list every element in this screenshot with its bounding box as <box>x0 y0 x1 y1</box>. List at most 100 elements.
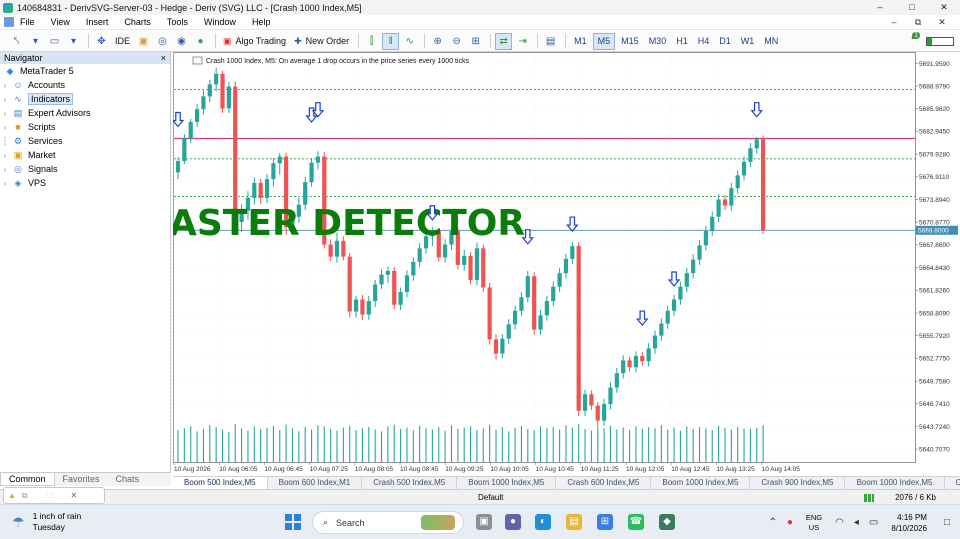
expand-chevron-icon[interactable]: › <box>0 179 10 188</box>
blank-icon[interactable]: □ <box>48 491 53 500</box>
chart-shift-icon[interactable]: ⇥ <box>514 33 531 50</box>
language-indicator[interactable]: ENG US <box>806 513 822 533</box>
weather-widget[interactable]: ☂ 1 inch of rain Tuesday <box>12 511 81 533</box>
volume-icon[interactable]: ◂ <box>854 517 859 528</box>
market-bag-icon[interactable]: ▣ <box>135 33 152 50</box>
status-profile[interactable]: Default <box>478 493 503 502</box>
community-icon[interactable]: ● <box>192 33 209 50</box>
task-view-icon[interactable]: ▣ <box>476 514 492 530</box>
start-button[interactable] <box>285 514 301 530</box>
symbol-tab[interactable]: Boom 1000 Index,M5 <box>457 477 557 489</box>
symbol-tab[interactable]: Crash 500 Index,M5 <box>362 477 458 489</box>
menu-window[interactable]: Window <box>204 17 236 27</box>
close-button[interactable]: ✕ <box>928 0 960 15</box>
symbol-tab[interactable]: Boom 500 Index,M5 <box>173 477 268 489</box>
wifi-icon[interactable]: ◠ <box>835 517 844 528</box>
line-chart-icon[interactable]: ∿ <box>401 33 418 50</box>
menu-tools[interactable]: Tools <box>167 17 188 27</box>
file-explorer-icon[interactable]: ▤ <box>566 514 582 530</box>
vps-icon[interactable]: ◉ <box>173 33 190 50</box>
store-icon[interactable]: ⊞ <box>597 514 613 530</box>
expand-chevron-icon[interactable]: › <box>0 165 10 174</box>
navigator-item-expert-advisors[interactable]: › ▤ Expert Advisors <box>0 106 170 120</box>
doc-restore-button[interactable]: ⧉ <box>906 15 930 30</box>
maximize-button[interactable]: □ <box>896 0 928 15</box>
search-box[interactable]: ⌕ Search <box>312 511 464 534</box>
chevron-up-icon[interactable]: ⌃ <box>768 517 776 528</box>
timeframe-m1[interactable]: M1 <box>570 33 591 50</box>
algo-trading-button[interactable]: ▣ Algo Trading <box>220 33 289 50</box>
current-price-label: 5669.8000 <box>918 228 949 235</box>
navigator-item-vps[interactable]: › ◈ VPS <box>0 176 170 190</box>
monitor-icon[interactable]: ▭ <box>46 33 63 50</box>
edge-icon[interactable]: ◐ <box>535 514 551 530</box>
menu-charts[interactable]: Charts <box>124 17 151 27</box>
close-icon[interactable]: ✕ <box>70 491 77 500</box>
symbol-tab[interactable]: Boom 1000 Index,M5 <box>651 477 751 489</box>
navigator-item-scripts[interactable]: › ■ Scripts <box>0 120 170 134</box>
navigator-item-services[interactable]: ┆ ⚙ Services <box>0 134 170 148</box>
timeframe-d1[interactable]: D1 <box>715 33 735 50</box>
expand-chevron-icon[interactable]: › <box>0 81 10 90</box>
notification-bell-icon[interactable]: □ <box>944 517 950 528</box>
tray-app-icon[interactable]: ● <box>787 517 793 528</box>
new-order-button[interactable]: ✚ New Order <box>291 33 352 50</box>
navigator-item-indicators[interactable]: › ∿ Indicators <box>0 92 170 106</box>
zoom-in-icon[interactable]: ⊕ <box>429 33 446 50</box>
menu-insert[interactable]: Insert <box>86 17 109 27</box>
timeframe-m15[interactable]: M15 <box>617 33 643 50</box>
tab-favorites[interactable]: Favorites <box>55 473 108 486</box>
doc-minimize-button[interactable]: – <box>882 15 906 30</box>
crosshair-icon[interactable]: ✥ <box>93 33 110 50</box>
timeframe-h4[interactable]: H4 <box>694 33 714 50</box>
doc-close-button[interactable]: ✕ <box>930 15 954 30</box>
symbol-tab[interactable]: Boom 1000 Index,M5 <box>845 477 945 489</box>
screenshot-icon[interactable]: ▤ <box>542 33 559 50</box>
dropdown-chevron-icon[interactable]: ▾ <box>27 33 44 50</box>
symbol-tab[interactable]: Crash 600 Index,M5 <box>556 477 652 489</box>
dropdown-chevron-icon[interactable]: ▾ <box>65 33 82 50</box>
navigator-root[interactable]: ◆ MetaTrader 5 <box>0 64 170 78</box>
copy-icon[interactable]: ⧉ <box>22 491 28 501</box>
timeframe-m30[interactable]: M30 <box>645 33 671 50</box>
expand-chevron-icon[interactable]: › <box>0 123 10 132</box>
symbol-tab[interactable]: Crash 900 Index,M5 <box>750 477 846 489</box>
menu-file[interactable]: File <box>20 17 35 27</box>
expand-chevron-icon[interactable]: › <box>0 95 10 104</box>
navigator-close-button[interactable]: × <box>161 53 166 63</box>
teams-icon[interactable]: ● <box>505 514 521 530</box>
navigator-item-signals[interactable]: › ◎ Signals <box>0 162 170 176</box>
document-icon[interactable] <box>4 17 14 27</box>
symbol-tab[interactable]: Cras <box>945 477 960 489</box>
menu-view[interactable]: View <box>51 17 70 27</box>
battery-icon[interactable]: ▭ <box>869 517 878 528</box>
tab-chats[interactable]: Chats <box>108 473 148 486</box>
expand-chevron-icon[interactable]: › <box>0 109 10 118</box>
chart-type-icon[interactable]: ⤣ <box>8 33 25 50</box>
candlestick-icon[interactable]: ‖ <box>382 32 400 50</box>
expand-chevron-icon[interactable]: › <box>0 151 10 160</box>
zoom-out-icon[interactable]: ⊖ <box>448 33 465 50</box>
navigator-item-accounts[interactable]: › ☺ Accounts <box>0 78 170 92</box>
tile-windows-icon[interactable]: ⊞ <box>467 33 484 50</box>
chart-window[interactable]: ASTER DETECTOR 5691.9590 5688.9790 5685.96… <box>173 52 960 474</box>
bar-chart-icon[interactable]: ⫿ <box>363 33 380 50</box>
timeframe-m5[interactable]: M5 <box>592 32 616 50</box>
whatsapp-icon[interactable]: ☎ <box>628 514 644 530</box>
minimize-button[interactable]: – <box>864 0 896 15</box>
timeframe-mn[interactable]: MN <box>760 33 782 50</box>
timeframe-h1[interactable]: H1 <box>672 33 692 50</box>
clock[interactable]: 4:16 PM 8/10/2026 <box>891 512 927 534</box>
price-chart[interactable]: ASTER DETECTOR 5691.9590 5688.9790 5685.96… <box>173 52 960 474</box>
y-tick-label: 5652.7750 <box>919 356 950 363</box>
metatrader-taskbar-icon[interactable]: ◆ <box>659 514 675 530</box>
tab-common[interactable]: Common <box>0 473 55 486</box>
auto-scroll-icon[interactable]: ⇄ <box>495 32 513 50</box>
ide-button[interactable]: IDE <box>112 33 133 50</box>
symbol-tab[interactable]: Boom 600 Index,M1 <box>268 477 363 489</box>
signal-icon[interactable]: ◎ <box>154 33 171 50</box>
navigator-item-market[interactable]: › ▣ Market <box>0 148 170 162</box>
menu-help[interactable]: Help <box>252 17 271 27</box>
flame-icon[interactable]: ▲ <box>8 491 16 500</box>
timeframe-w1[interactable]: W1 <box>737 33 759 50</box>
